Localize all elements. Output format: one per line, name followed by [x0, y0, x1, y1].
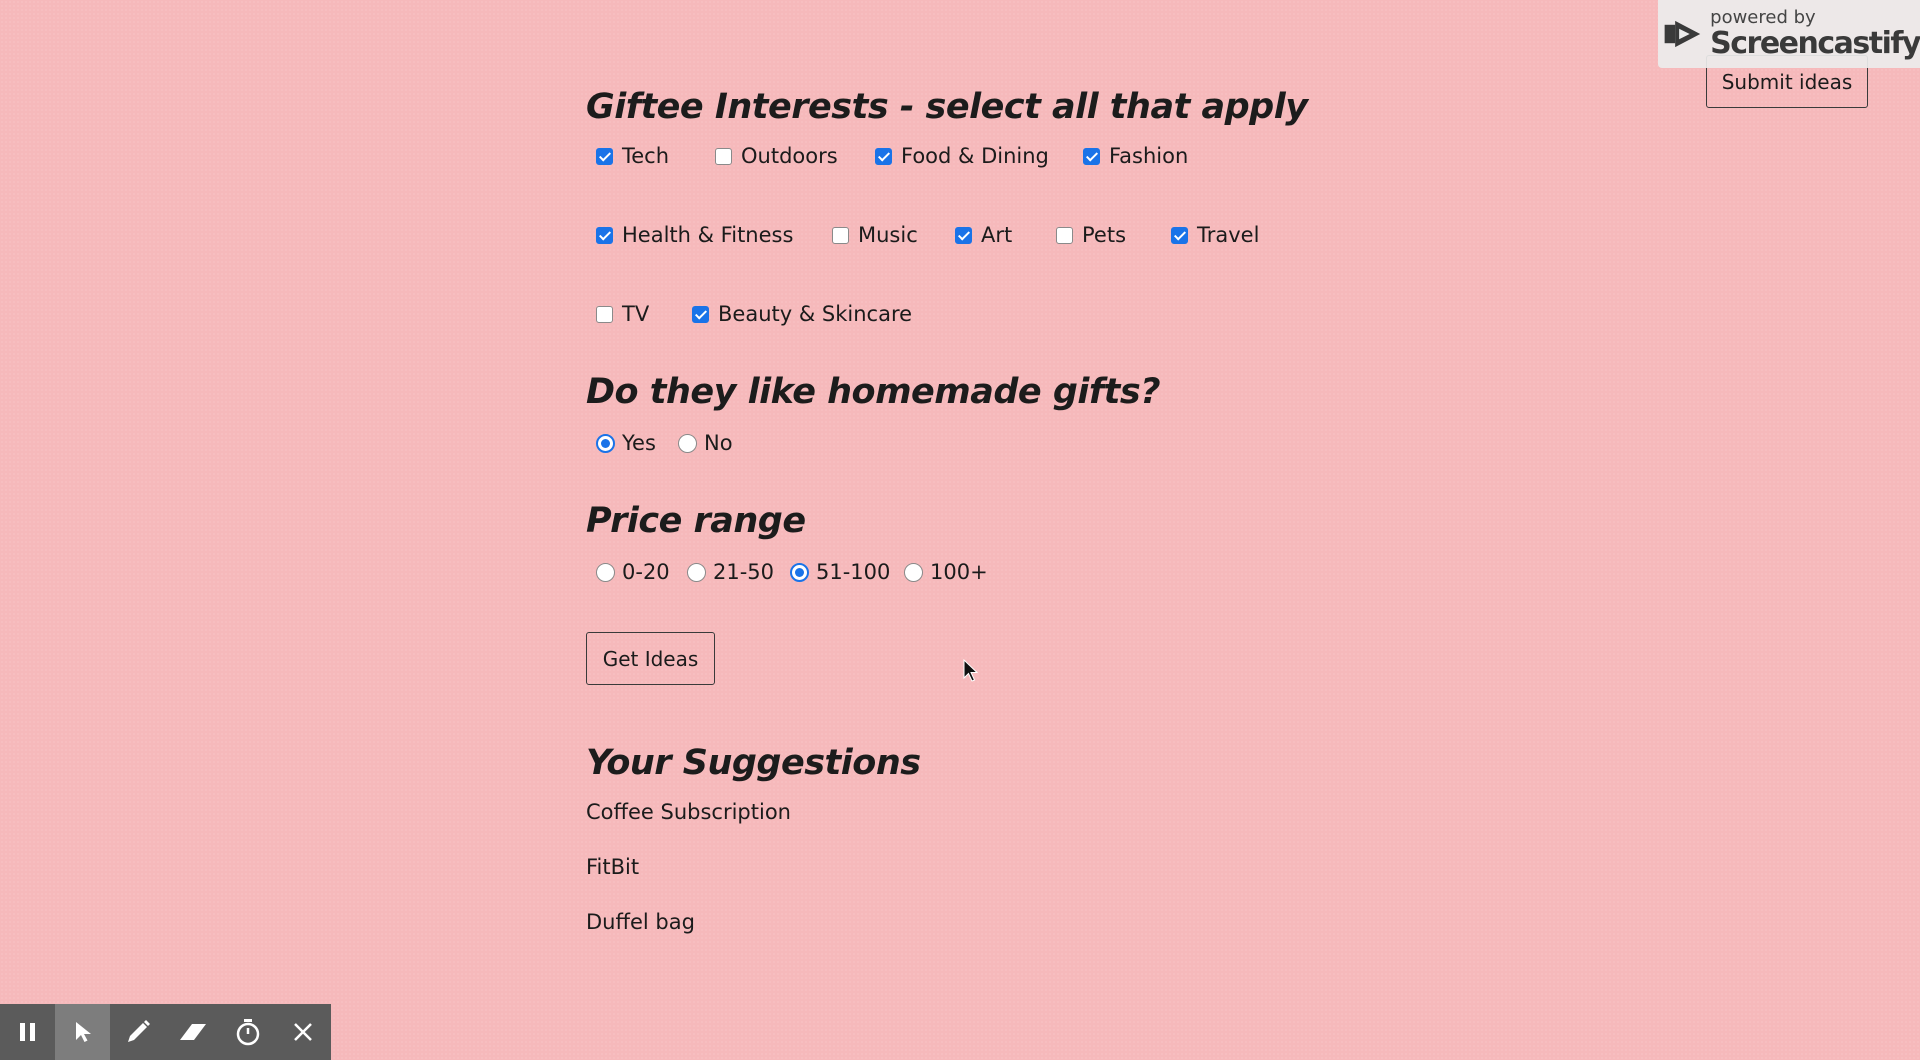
- pen-tool[interactable]: [110, 1004, 165, 1060]
- interest-travel[interactable]: Travel: [1171, 223, 1259, 247]
- screencastify-logo-icon: [1664, 20, 1701, 48]
- interest-tech[interactable]: Tech: [596, 144, 669, 168]
- checkbox[interactable]: [832, 226, 849, 244]
- eraser-tool[interactable]: [165, 1004, 220, 1060]
- watermark-small-text: powered by: [1710, 7, 1816, 28]
- radio-button[interactable]: [904, 562, 923, 582]
- radio-button[interactable]: [596, 562, 615, 582]
- get-ideas-button[interactable]: Get Ideas: [586, 632, 715, 685]
- price-0-20[interactable]: 0-20: [596, 560, 670, 584]
- suggestions-heading: Your Suggestions: [586, 743, 921, 783]
- checkbox[interactable]: [596, 147, 613, 165]
- interest-label: Travel: [1197, 223, 1260, 247]
- mouse-cursor-icon: [963, 659, 979, 682]
- pause-tool[interactable]: [0, 1004, 55, 1060]
- close-tool[interactable]: [275, 1004, 330, 1060]
- pause-icon: [19, 1023, 35, 1041]
- price-51-100[interactable]: 51-100: [790, 560, 890, 584]
- radio-button[interactable]: [790, 562, 809, 582]
- timer-icon: [236, 1019, 259, 1046]
- checkbox[interactable]: [1083, 147, 1100, 165]
- radio-label: No: [704, 431, 733, 455]
- interest-fashion[interactable]: Fashion: [1083, 144, 1188, 168]
- checkbox[interactable]: [1056, 226, 1073, 244]
- radio-label: 21-50: [713, 560, 775, 584]
- screencastify-watermark: powered by Screencastify: [1658, 0, 1920, 68]
- interest-label: Tech: [622, 144, 670, 168]
- interest-outdoors[interactable]: Outdoors: [715, 144, 838, 168]
- interest-music[interactable]: Music: [832, 223, 918, 247]
- interest-pets[interactable]: Pets: [1056, 223, 1126, 247]
- interest-food-dining[interactable]: Food & Dining: [875, 144, 1049, 168]
- interest-label: Health & Fitness: [622, 223, 794, 247]
- interest-label: Food & Dining: [901, 144, 1049, 168]
- checkbox[interactable]: [692, 305, 709, 323]
- checkbox[interactable]: [715, 147, 732, 165]
- suggestion-item: Coffee Subscription: [586, 800, 791, 824]
- interest-label: Outdoors: [741, 144, 838, 168]
- interest-label: Fashion: [1109, 144, 1189, 168]
- timer-tool[interactable]: [220, 1004, 275, 1060]
- interest-label: Pets: [1082, 223, 1127, 247]
- radio-button[interactable]: [678, 433, 697, 453]
- homemade-heading: Do they like homemade gifts?: [586, 372, 1161, 412]
- interest-art[interactable]: Art: [955, 223, 1012, 247]
- interest-label: Art: [981, 223, 1013, 247]
- price-heading: Price range: [586, 501, 806, 541]
- radio-label: 100+: [930, 560, 988, 584]
- pointer-tool[interactable]: [55, 1004, 110, 1060]
- close-icon: [293, 1023, 312, 1041]
- radio-label: 0-20: [622, 560, 670, 584]
- eraser-icon: [179, 1024, 206, 1040]
- radio-button[interactable]: [596, 433, 615, 453]
- radio-label: Yes: [622, 431, 656, 455]
- checkbox[interactable]: [875, 147, 892, 165]
- interests-heading: Giftee Interests - select all that apply: [586, 87, 1308, 127]
- interest-health-fitness[interactable]: Health & Fitness: [596, 223, 793, 247]
- interest-label: Music: [858, 223, 918, 247]
- watermark-brand-text: Screencastify: [1710, 26, 1920, 61]
- pointer-icon: [75, 1022, 91, 1042]
- checkbox[interactable]: [955, 226, 972, 244]
- interest-label: Beauty & Skincare: [718, 302, 913, 326]
- interest-tv[interactable]: TV: [596, 302, 649, 326]
- pen-icon: [127, 1020, 150, 1042]
- suggestion-item: FitBit: [586, 855, 640, 879]
- suggestion-item: Duffel bag: [586, 910, 695, 934]
- radio-button[interactable]: [687, 562, 706, 582]
- homemade-no[interactable]: No: [678, 431, 733, 455]
- interest-beauty-skincare[interactable]: Beauty & Skincare: [692, 302, 912, 326]
- price-100-plus[interactable]: 100+: [904, 560, 988, 584]
- checkbox[interactable]: [596, 305, 613, 323]
- interest-label: TV: [622, 302, 650, 326]
- price-21-50[interactable]: 21-50: [687, 560, 774, 584]
- homemade-yes[interactable]: Yes: [596, 431, 656, 455]
- checkbox[interactable]: [1171, 226, 1188, 244]
- checkbox[interactable]: [596, 226, 613, 244]
- recorder-toolbar: [0, 1004, 331, 1060]
- radio-label: 51-100: [816, 560, 891, 584]
